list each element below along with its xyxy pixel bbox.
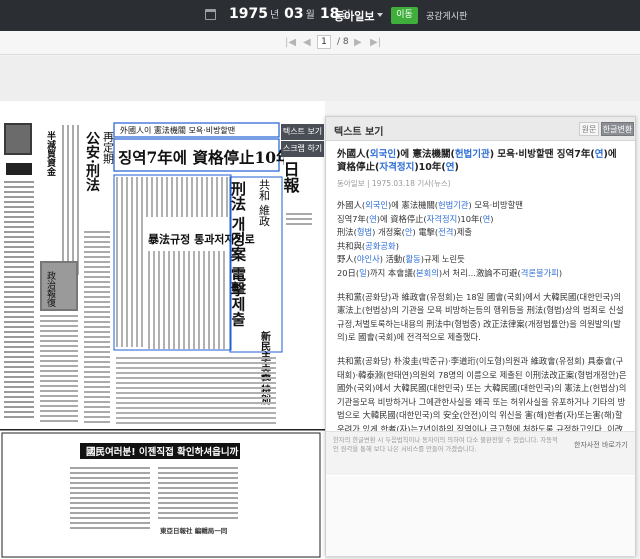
side-tools: 텍스트 보기 스크랩 하기 (281, 124, 324, 158)
tab-original[interactable]: 원문 (579, 122, 599, 136)
month-value[interactable]: 03 (284, 6, 303, 22)
page-total: / 8 (337, 37, 349, 47)
move-button[interactable]: 이동 (391, 7, 418, 24)
svg-text:東亞日報社 編輯局一同: 東亞日報社 編輯局一同 (160, 526, 228, 535)
svg-text:外國人이 憲法機關 모욕·비방할땐: 外國人이 憲法機關 모욕·비방할땐 (120, 125, 235, 135)
conversion-notice: 한자의 한글변환 시 두음법칙이나 동자이의 의하여 다소 불완전할 수 있습니… (333, 437, 558, 453)
tab-korean[interactable]: 한글변환 (601, 122, 634, 136)
panel-footer: 한자의 한글변환 시 두음법칙이나 동자이의 의하여 다소 불완전할 수 있습니… (326, 431, 635, 475)
shared-board-link[interactable]: 공감게시판 (426, 9, 467, 22)
article-meta: 동아일보 | 1975.03.18 기사(뉴스) (337, 179, 451, 188)
svg-text:政治報復: 政治報復 (45, 270, 56, 308)
article-headline: 外國人(외국인)에 憲法機關(헌법기관) 모욕·비방할땐 징역7年(연)에 資格… (337, 149, 617, 173)
first-page-icon[interactable]: |◀ (285, 37, 296, 48)
newspaper-scan: 半減貿資金 公安·刑法 再定期 外國人이 憲法機關 모욕·비방할땐 징역7年에 … (0, 122, 325, 558)
newspaper-page-image[interactable]: 半減貿資金 公安·刑法 再定期 外國人이 憲法機關 모욕·비방할땐 징역7年에 … (0, 101, 325, 559)
article-text: 外國人(외국인)에 憲法機關(헌법기관) 모욕·비방할땐 징역7年(연)에 資格… (337, 148, 627, 434)
panel-header: 텍스트 보기 원문 한글변환 (326, 117, 635, 141)
viewer-background (0, 56, 640, 101)
page-navigator: |◀ ◀ 1 / 8 ▶ ▶| (0, 31, 640, 55)
svg-text:징역7年에 資格停止10年: 징역7年에 資格停止10年 (118, 148, 292, 167)
svg-text:國民여러분! 이젠직접 확인하셔읍니까: 國民여러분! 이젠직접 확인하셔읍니까 (86, 446, 239, 458)
text-view-panel: 텍스트 보기 원문 한글변환 外國人(외국인)에 憲法機關(헌법기관) 모욕·비… (325, 116, 636, 556)
year-unit: 년 (269, 10, 280, 21)
svg-text:公安·刑法: 公安·刑法 (84, 131, 100, 193)
svg-text:日報: 日報 (281, 161, 300, 194)
text-view-button[interactable]: 텍스트 보기 (281, 124, 324, 140)
next-page-icon[interactable]: ▶ (354, 37, 362, 48)
page-number-input[interactable]: 1 (317, 35, 331, 49)
month-unit: 월 (305, 10, 315, 21)
svg-text:再定期: 再定期 (102, 131, 115, 165)
article-paragraph-1: 外國人(외국인)에 憲法機關(헌법기관) 모욕·비방할땐 징역7年(연)에 資格… (337, 200, 563, 278)
hanja-dictionary-link[interactable]: 한자사전 바로가기 (574, 440, 628, 450)
svg-text:半減貿資金: 半減貿資金 (45, 130, 57, 176)
calendar-icon[interactable] (205, 9, 216, 20)
year-value[interactable]: 1975 (229, 6, 268, 22)
scrap-button[interactable]: 스크랩 하기 (281, 141, 324, 157)
prev-page-icon[interactable]: ◀ (303, 37, 311, 48)
top-navigation-bar: 1975 년 03 월 18 일 동아일보 이동 공감게시판 (0, 0, 640, 31)
article-paragraph-2: 共和黨(공화당)과 維政會(유정회)는 18일 國會(국회)에서 大韓民國(대한… (337, 291, 624, 343)
panel-title: 텍스트 보기 (334, 127, 384, 138)
newspaper-selector[interactable]: 동아일보 (334, 8, 374, 24)
last-page-icon[interactable]: ▶| (370, 37, 381, 48)
panel-lower-area (326, 476, 635, 556)
svg-text:刑法 개정案 電擊제출: 刑法 개정案 電擊제출 (229, 181, 247, 328)
chevron-down-icon[interactable] (377, 13, 383, 17)
article-paragraph-3: 共和黨(공화당) 朴浚圭(박준규)·李道珩(이도형)의원과 維政會(유정회) 具… (337, 355, 627, 434)
svg-text:共和 維政: 共和 維政 (258, 179, 271, 227)
